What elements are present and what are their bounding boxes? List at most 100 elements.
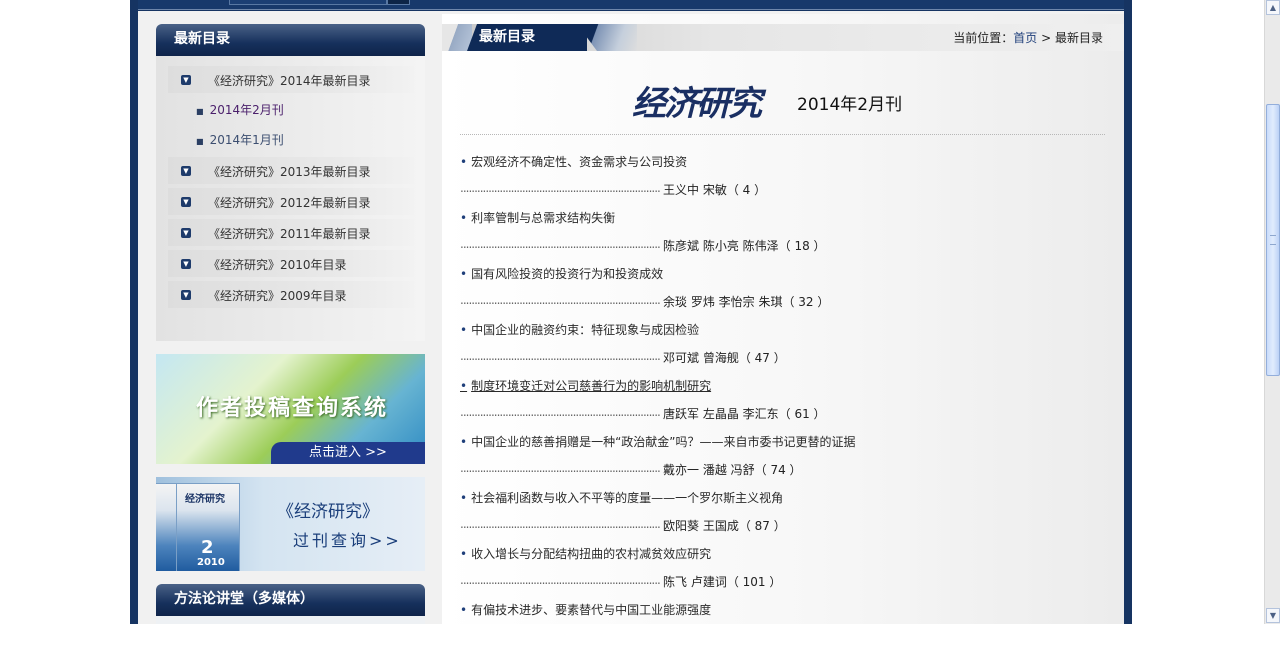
article-title: 国有风险投资的投资行为和投资成效 bbox=[471, 267, 664, 281]
category-label: 《经济研究》2009年目录 bbox=[208, 289, 347, 303]
enter-button[interactable]: 点击进入 >> bbox=[271, 442, 425, 464]
breadcrumb-separator: > bbox=[1041, 31, 1052, 45]
article-authors: 邓可斌 曾海舰（ 47 ） bbox=[663, 351, 786, 365]
chevron-down-icon: ▼ bbox=[181, 290, 191, 300]
bullet-icon: • bbox=[460, 155, 468, 169]
article-authors: 陈彦斌 陈小亮 陈伟泽（ 18 ） bbox=[663, 239, 826, 253]
divider bbox=[460, 134, 1105, 135]
article-title: 社会福利函数与收入不平等的度量——一个罗尔斯主义视角 bbox=[471, 491, 784, 505]
article-list: • 宏观经济不确定性、资金需求与公司投资 ....................… bbox=[460, 153, 1105, 657]
article-authors: 戴亦一 潘越 冯舒（ 74 ） bbox=[663, 463, 802, 477]
chevron-down-icon: ▼ bbox=[181, 228, 191, 238]
leader-dots: ........................................… bbox=[460, 461, 660, 475]
search-button[interactable] bbox=[387, 0, 410, 5]
journal-cover-image: 经济研究 2 2010 bbox=[176, 483, 240, 571]
sidebar-category-2009[interactable]: ▼ 《经济研究》2009年目录 bbox=[168, 281, 414, 308]
bullet-icon: • bbox=[460, 435, 468, 449]
article-title-link[interactable]: • 有偏技术进步、要素替代与中国工业能源强度 bbox=[460, 601, 711, 618]
leader-dots: ........................................… bbox=[460, 405, 660, 419]
article-authors: 余琰 罗炜 李怡宗 朱琪（ 32 ） bbox=[663, 295, 830, 309]
category-label: 《经济研究》2013年最新目录 bbox=[208, 165, 371, 179]
sidebar-category-2014[interactable]: ▼ 《经济研究》2014年最新目录 bbox=[168, 66, 414, 93]
banner-title: 《经济研究》 bbox=[277, 502, 379, 522]
article-title-link[interactable]: • 中国企业的慈善捐赠是一种“政治献金”吗？——来自市委书记更替的证据 bbox=[460, 433, 856, 450]
article-title-link[interactable]: • 宏观经济不确定性、资金需求与公司投资 bbox=[460, 153, 687, 170]
past-issues-banner[interactable]: 经济研究 2 2010 《经济研究》 过刊查询>> bbox=[156, 477, 425, 571]
article-title: 制度环境变迁对公司慈善行为的影响机制研究 bbox=[471, 379, 712, 393]
article-title: 中国企业的融资约束：特征现象与成因检验 bbox=[471, 323, 700, 337]
sidebar: 最新目录 ▼ 《经济研究》2014年最新目录 ■ 2014年2月刊 ■ 2014年1… bbox=[156, 24, 425, 341]
banner-link[interactable]: 过刊查询>> bbox=[293, 527, 402, 551]
leader-dots: ........................................… bbox=[460, 237, 660, 251]
breadcrumb-home-link[interactable]: 首页 bbox=[1013, 31, 1037, 45]
scrollbar-thumb[interactable] bbox=[1266, 104, 1280, 376]
list-item: • 宏观经济不确定性、资金需求与公司投资 ....................… bbox=[460, 153, 1105, 209]
sidebar-sub-item-2014-01[interactable]: ■ 2014年1月刊 bbox=[196, 131, 284, 148]
list-item: • 制度环境变迁对公司慈善行为的影响机制研究 ..................… bbox=[460, 377, 1105, 433]
scroll-up-icon[interactable]: ▲ bbox=[1266, 0, 1280, 15]
article-title-link[interactable]: • 中国企业的融资约束：特征现象与成因检验 bbox=[460, 321, 699, 338]
leader-dots: ........................................… bbox=[460, 181, 660, 195]
sidebar-sub-item-2014-02[interactable]: ■ 2014年2月刊 bbox=[196, 101, 284, 118]
article-title: 利率管制与总需求结构失衡 bbox=[471, 211, 616, 225]
list-item: • 利率管制与总需求结构失衡 ..........................… bbox=[460, 209, 1105, 265]
bullet-icon: • bbox=[460, 547, 468, 561]
leader-dots: ........................................… bbox=[460, 573, 660, 587]
search-input[interactable] bbox=[229, 0, 387, 5]
breadcrumb-current: 最新目录 bbox=[1054, 31, 1103, 45]
list-item: • 中国企业的融资约束：特征现象与成因检验 ...................… bbox=[460, 321, 1105, 377]
sub-item-label: 2014年1月刊 bbox=[209, 133, 284, 147]
chevron-down-icon: ▼ bbox=[181, 259, 191, 269]
sub-item-label: 2014年2月刊 bbox=[209, 103, 284, 117]
article-title-link[interactable]: • 国有风险投资的投资行为和投资成效 bbox=[460, 265, 663, 282]
list-item: • 社会福利函数与收入不平等的度量——一个罗尔斯主义视角 ............… bbox=[460, 489, 1105, 545]
vertical-scrollbar[interactable]: ▲ ▼ bbox=[1264, 0, 1280, 624]
scroll-down-icon[interactable]: ▼ bbox=[1266, 608, 1280, 623]
issue-title: 2014年2月刊 bbox=[797, 95, 903, 115]
banner-title: 作者投稿查询系统 bbox=[196, 396, 389, 421]
bullet-icon: • bbox=[460, 603, 468, 617]
sidebar-category-2012[interactable]: ▼ 《经济研究》2012年最新目录 bbox=[168, 188, 414, 215]
article-title-link[interactable]: • 社会福利函数与收入不平等的度量——一个罗尔斯主义视角 bbox=[460, 489, 783, 506]
journal-logo: 经济研究 bbox=[632, 84, 762, 124]
sidebar-heading: 最新目录 bbox=[156, 24, 425, 56]
leader-dots: ........................................… bbox=[460, 517, 660, 531]
sidebar-methodology-body bbox=[156, 616, 425, 624]
article-authors: 欧阳葵 王国成（ 87 ） bbox=[663, 519, 786, 533]
sidebar-category-2010[interactable]: ▼ 《经济研究》2010年目录 bbox=[168, 250, 414, 277]
chevron-down-icon: ▼ bbox=[181, 166, 191, 176]
list-item: • 收入增长与分配结构扭曲的农村减贫效应研究 ..................… bbox=[460, 545, 1105, 601]
bullet-icon: ■ bbox=[196, 137, 204, 146]
article-title-link[interactable]: • 收入增长与分配结构扭曲的农村减贫效应研究 bbox=[460, 545, 711, 562]
breadcrumb-prefix: 当前位置： bbox=[953, 31, 1014, 45]
sidebar-menu: ▼ 《经济研究》2014年最新目录 ■ 2014年2月刊 ■ 2014年1月刊 ▼ … bbox=[156, 56, 425, 341]
category-label: 《经济研究》2012年最新目录 bbox=[208, 196, 371, 210]
author-submission-banner[interactable]: 作者投稿查询系统 点击进入 >> bbox=[156, 354, 425, 464]
bullet-icon: • bbox=[460, 211, 468, 225]
category-label: 《经济研究》2010年目录 bbox=[208, 258, 347, 272]
tab-latest-catalog[interactable]: 最新目录 bbox=[467, 24, 587, 51]
article-authors: 王义中 宋敏（ 4 ） bbox=[663, 183, 767, 197]
sidebar-category-2013[interactable]: ▼ 《经济研究》2013年最新目录 bbox=[168, 157, 414, 184]
list-item: • 有偏技术进步、要素替代与中国工业能源强度 bbox=[460, 601, 1105, 657]
list-item: • 中国企业的慈善捐赠是一种“政治献金”吗？——来自市委书记更替的证据 .....… bbox=[460, 433, 1105, 489]
main-panel: 最新目录 当前位置：首页 > 最新目录 经济研究 2014年2月刊 • 宏观经济不… bbox=[442, 14, 1124, 624]
leader-dots: ........................................… bbox=[460, 293, 660, 307]
bullet-icon: • bbox=[460, 323, 468, 337]
article-authors: 唐跃军 左晶晶 李汇东（ 61 ） bbox=[663, 407, 826, 421]
cover-year: 2010 bbox=[197, 557, 225, 568]
leader-dots: ........................................… bbox=[460, 349, 660, 363]
article-title-link[interactable]: • 制度环境变迁对公司慈善行为的影响机制研究 bbox=[460, 377, 711, 394]
chevron-down-icon: ▼ bbox=[181, 75, 191, 85]
category-label: 《经济研究》2011年最新目录 bbox=[208, 227, 371, 241]
bullet-icon: • bbox=[460, 491, 468, 505]
article-title-link[interactable]: • 利率管制与总需求结构失衡 bbox=[460, 209, 615, 226]
breadcrumb: 当前位置：首页 > 最新目录 bbox=[953, 29, 1103, 46]
bullet-icon: • bbox=[460, 379, 468, 393]
article-authors: 陈飞 卢建词（ 101 ） bbox=[663, 575, 782, 589]
sidebar-heading-methodology: 方法论讲堂（多媒体） bbox=[156, 584, 425, 616]
article-title: 收入增长与分配结构扭曲的农村减贫效应研究 bbox=[471, 547, 712, 561]
sidebar-category-2011[interactable]: ▼ 《经济研究》2011年最新目录 bbox=[168, 219, 414, 246]
cover-title: 经济研究 bbox=[185, 494, 225, 505]
article-title: 宏观经济不确定性、资金需求与公司投资 bbox=[471, 155, 688, 169]
